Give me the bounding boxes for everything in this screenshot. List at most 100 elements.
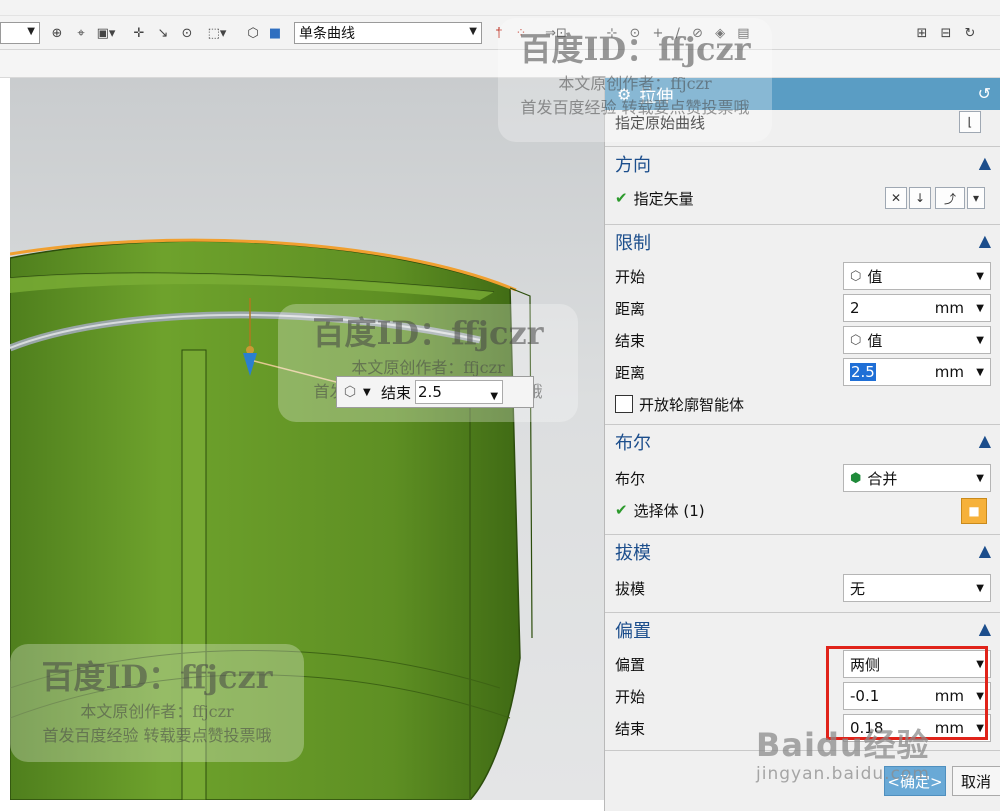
- boolean-select[interactable]: ⬢ 合并 ▼: [843, 464, 991, 492]
- vector-row: ✔ 指定矢量 ✕ ↓ ⤴ ▾: [605, 182, 1000, 214]
- curve-rule-value: 单条曲线: [299, 26, 355, 42]
- solid-body-icon[interactable]: ■: [961, 498, 987, 524]
- onscreen-end-input[interactable]: 2.5 ▼: [415, 380, 504, 404]
- unite-icon: ⬢: [850, 470, 862, 486]
- collapse-icon[interactable]: ▲: [979, 619, 991, 638]
- title-strip: [0, 0, 1000, 16]
- offset-start-label: 开始: [615, 687, 646, 706]
- distance1-label: 距离: [615, 299, 646, 318]
- curve-select-icon[interactable]: ⌊: [959, 111, 981, 133]
- draft-select[interactable]: 无 ▼: [843, 574, 991, 602]
- offset-end-label: 结束: [615, 719, 646, 738]
- draft-value: 无: [850, 579, 866, 598]
- point-icon[interactable]: ✛: [130, 22, 148, 44]
- value-type-icon[interactable]: ⬡: [337, 384, 363, 400]
- boolean-value: 合并: [867, 469, 898, 488]
- limit-start-value: 值: [867, 267, 883, 286]
- collapse-icon[interactable]: ▲: [979, 231, 991, 250]
- collapse-icon[interactable]: ▲: [979, 431, 991, 450]
- snap-icon[interactable]: ⊕: [48, 22, 66, 44]
- value-type-icon: ⬡: [850, 332, 862, 348]
- limit-start-label: 开始: [615, 267, 646, 286]
- chevron-down-icon: ▼: [976, 583, 984, 594]
- chevron-down-icon: ▼: [976, 303, 984, 314]
- curve-rule-select[interactable]: 单条曲线 ▼: [294, 22, 482, 44]
- check-icon: ✔: [615, 501, 628, 519]
- onscreen-end-value: 2.5: [418, 383, 442, 401]
- circle-icon[interactable]: ⊙: [178, 22, 196, 44]
- limit-start-row: 开始 ⬡ 值 ▼: [605, 260, 1000, 292]
- box-select-icon[interactable]: ▣▾: [94, 22, 118, 44]
- draft-row: 拔模 无 ▼: [605, 572, 1000, 604]
- baidu-url: jingyan.baidu.com: [756, 764, 930, 784]
- distance1-unit: mm: [934, 299, 964, 317]
- limit-end-select[interactable]: ⬡ 值 ▼: [843, 326, 991, 354]
- limit-start-select[interactable]: ⬡ 值 ▼: [843, 262, 991, 290]
- distance2-label: 距离: [615, 363, 646, 382]
- direction-header: 方向: [615, 154, 651, 176]
- offset-label: 偏置: [615, 655, 646, 674]
- distance2-value: 2.5: [850, 363, 876, 381]
- vector-label: 指定矢量: [633, 189, 694, 208]
- chevron-down-icon: ▼: [27, 26, 35, 37]
- section-limits[interactable]: 限制 ▲: [605, 224, 1000, 258]
- chevron-down-icon: ▼: [469, 26, 477, 37]
- cancel-button[interactable]: 取消: [952, 766, 1000, 796]
- cube-icon[interactable]: ■: [266, 22, 284, 44]
- distance1-input[interactable]: 2 mm ▼: [843, 294, 991, 322]
- boolean-header: 布尔: [615, 432, 651, 454]
- filter-combo[interactable]: ▼: [0, 22, 40, 44]
- collapse-icon[interactable]: ▲: [979, 541, 991, 560]
- collapse-icon[interactable]: ▲: [979, 153, 991, 172]
- vector-type-icon[interactable]: ⤴: [935, 187, 965, 209]
- zoom-icon[interactable]: ⊟: [936, 22, 956, 44]
- value-type-icon: ⬡: [850, 268, 862, 284]
- distance2-row: 距离 2.5 mm ▼: [605, 356, 1000, 388]
- draft-label: 拔模: [615, 579, 646, 598]
- boolean-label: 布尔: [615, 469, 646, 488]
- offset-header: 偏置: [615, 620, 651, 642]
- open-profile-checkbox[interactable]: [615, 395, 633, 413]
- section-draft[interactable]: 拔模 ▲: [605, 534, 1000, 568]
- chevron-down-icon: ▼: [976, 473, 984, 484]
- reset-icon[interactable]: ↺: [978, 84, 991, 103]
- vector-dialog-icon[interactable]: ↓: [909, 187, 931, 209]
- reverse-direction-icon[interactable]: ✕: [885, 187, 907, 209]
- distance1-row: 距离 2 mm ▼: [605, 292, 1000, 324]
- selection-icon[interactable]: ⌖: [72, 22, 90, 44]
- section-boolean[interactable]: 布尔 ▲: [605, 424, 1000, 458]
- distance2-input[interactable]: 2.5 mm ▼: [843, 358, 991, 386]
- box-select-icon-2[interactable]: ⬚▾: [202, 22, 232, 44]
- chevron-down-icon[interactable]: ▾: [967, 187, 985, 209]
- section-direction[interactable]: 方向 ▲: [605, 146, 1000, 180]
- baidu-logo: Baidu经验: [756, 726, 930, 764]
- rotate-icon[interactable]: ↻: [960, 22, 980, 44]
- watermark-bg-2: [10, 644, 304, 762]
- boolean-row: 布尔 ⬢ 合并 ▼: [605, 462, 1000, 494]
- check-icon: ✔: [615, 189, 628, 207]
- limits-header: 限制: [615, 232, 651, 254]
- select-body-label: 选择体 (1): [633, 501, 705, 520]
- section-offset[interactable]: 偏置 ▲: [605, 612, 1000, 646]
- line-icon[interactable]: ↘: [154, 22, 172, 44]
- distance2-unit: mm: [934, 363, 964, 381]
- render-icon[interactable]: ⬡: [244, 22, 262, 44]
- open-profile-label: 开放轮廓智能体: [639, 395, 745, 414]
- draft-header: 拔模: [615, 542, 651, 564]
- chevron-down-icon: ▼: [490, 391, 499, 402]
- distance1-value: 2: [850, 299, 860, 317]
- limit-end-value: 值: [867, 331, 883, 350]
- watermark-bg-3: [498, 18, 772, 142]
- select-body-row: ✔ 选择体 (1) ■: [605, 494, 1000, 526]
- chevron-down-icon: ▼: [976, 367, 984, 378]
- fit-view-icon[interactable]: ⊞: [912, 22, 932, 44]
- baidu-watermark: Baidu经验 jingyan.baidu.com: [756, 720, 930, 784]
- chevron-down-icon: ▼: [976, 271, 984, 282]
- limit-end-row: 结束 ⬡ 值 ▼: [605, 324, 1000, 356]
- onscreen-end-label: 结束: [381, 383, 412, 402]
- onscreen-input[interactable]: ⬡ ▼ 结束 2.5 ▼: [336, 376, 534, 408]
- limit-end-label: 结束: [615, 331, 646, 350]
- open-profile-row[interactable]: 开放轮廓智能体: [605, 388, 1000, 420]
- graphics-viewport[interactable]: 百度ID：ffjczr 本文原创作者：ffjczr 首发百度经验 转载要点赞投票…: [10, 78, 604, 800]
- chevron-down-icon[interactable]: ▼: [363, 387, 377, 398]
